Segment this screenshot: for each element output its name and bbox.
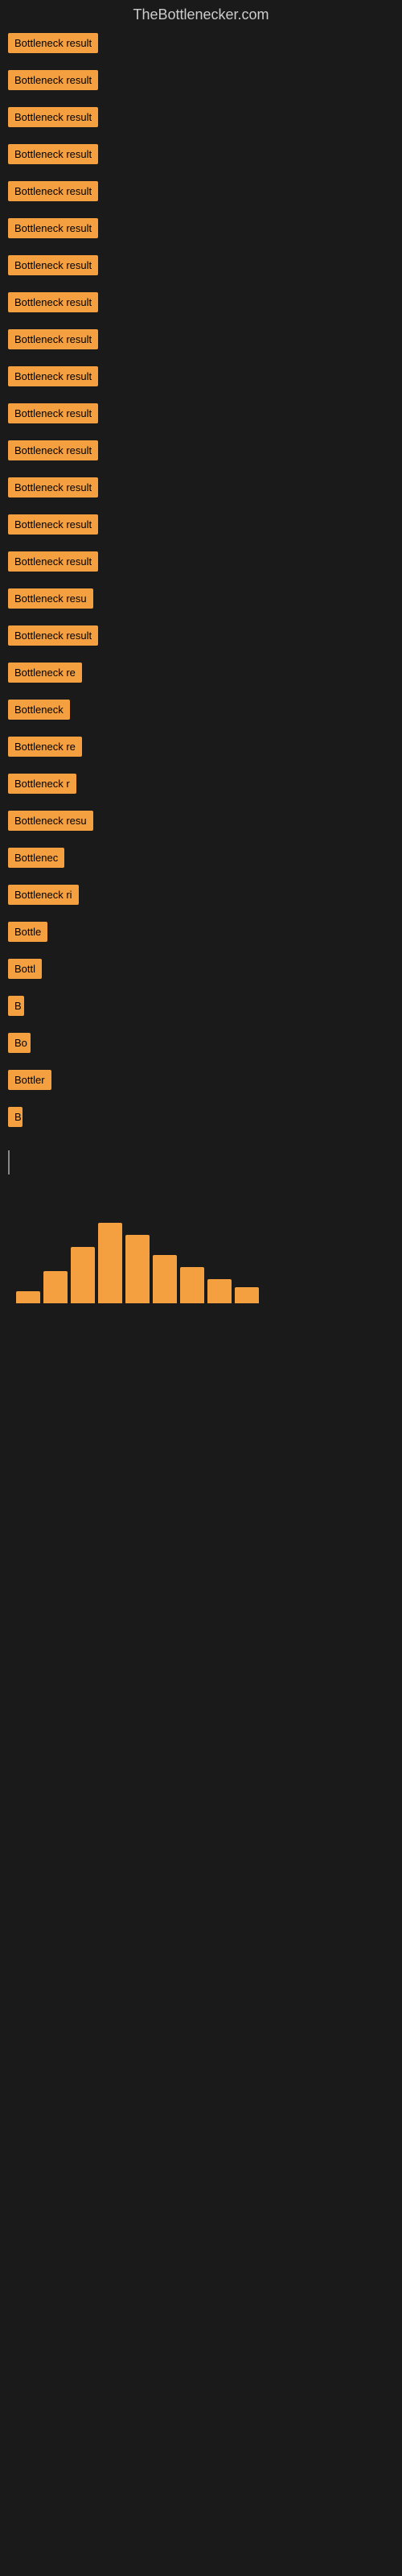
bottleneck-badge: Bottleneck result — [8, 477, 98, 497]
bottleneck-badge: Bottlenec — [8, 848, 64, 868]
site-title: TheBottlenecker.com — [0, 0, 402, 30]
list-item: Bottlenec — [8, 844, 394, 875]
bottleneck-badge: Bottleneck re — [8, 737, 82, 757]
list-item: B — [8, 1104, 394, 1134]
list-item: Bottleneck result — [8, 326, 394, 357]
bottleneck-badge: Bottleneck result — [8, 440, 98, 460]
bottleneck-badge: Bottleneck result — [8, 181, 98, 201]
cursor-indicator — [8, 1150, 10, 1174]
list-item: Bottleneck result — [8, 30, 394, 60]
chart-bar — [98, 1223, 122, 1303]
list-item: Bottleneck resu — [8, 585, 394, 616]
bottleneck-badge: Bottleneck result — [8, 144, 98, 164]
bottleneck-badge: Bottleneck result — [8, 107, 98, 127]
bottleneck-badge: B — [8, 996, 24, 1016]
bottleneck-badge: Bottleneck result — [8, 255, 98, 275]
list-item: Bottleneck result — [8, 437, 394, 468]
list-item: Bottleneck ri — [8, 881, 394, 912]
items-container: Bottleneck result Bottleneck result Bottle… — [0, 30, 402, 1134]
list-item: Bottleneck result — [8, 67, 394, 97]
bottleneck-badge: Bottleneck resu — [8, 811, 93, 831]
bottleneck-badge: Bottleneck result — [8, 33, 98, 53]
bottleneck-badge: Bottleneck result — [8, 366, 98, 386]
list-item: Bottleneck result — [8, 474, 394, 505]
list-item: Bottleneck result — [8, 141, 394, 171]
bottleneck-badge: Bottleneck — [8, 700, 70, 720]
bottleneck-badge: Bottleneck ri — [8, 885, 79, 905]
bottleneck-badge: Bottleneck re — [8, 663, 82, 683]
bottleneck-badge: Bottleneck result — [8, 218, 98, 238]
list-item: Bottleneck result — [8, 252, 394, 283]
list-item: Bottleneck result — [8, 622, 394, 653]
chart-bar — [207, 1279, 232, 1303]
list-item: Bottle — [8, 919, 394, 949]
chart-bar — [125, 1235, 150, 1303]
bottleneck-badge: Bottleneck result — [8, 403, 98, 423]
list-item: B — [8, 993, 394, 1023]
chart-bar — [16, 1291, 40, 1303]
chart-area — [0, 1207, 402, 1319]
chart-bar — [235, 1287, 259, 1303]
bottleneck-badge: Bottleneck result — [8, 329, 98, 349]
list-item: Bottleneck result — [8, 289, 394, 320]
list-item: Bo — [8, 1030, 394, 1060]
list-item: Bottl — [8, 956, 394, 986]
list-item: Bottleneck result — [8, 363, 394, 394]
chart-bar — [180, 1267, 204, 1303]
list-item: Bottleneck result — [8, 215, 394, 246]
bottleneck-badge: Bottl — [8, 959, 42, 979]
chart-bar-container — [8, 1215, 394, 1311]
list-item: Bottleneck re — [8, 733, 394, 764]
bottleneck-badge: Bottleneck result — [8, 70, 98, 90]
list-item: Bottleneck resu — [8, 807, 394, 838]
list-item: Bottleneck r — [8, 770, 394, 801]
bottleneck-badge: Bottle — [8, 922, 47, 942]
list-item: Bottleneck result — [8, 400, 394, 431]
list-item: Bottleneck — [8, 696, 394, 727]
chart-bar — [71, 1247, 95, 1303]
list-item: Bottleneck re — [8, 659, 394, 690]
list-item: Bottler — [8, 1067, 394, 1097]
bottleneck-badge: Bottleneck result — [8, 551, 98, 572]
list-item: Bottleneck result — [8, 104, 394, 134]
bottleneck-badge: Bottleneck result — [8, 514, 98, 535]
chart-bar — [43, 1271, 68, 1303]
list-item: Bottleneck result — [8, 511, 394, 542]
bottleneck-badge: B — [8, 1107, 23, 1127]
list-item: Bottleneck result — [8, 178, 394, 208]
bottleneck-badge: Bo — [8, 1033, 31, 1053]
list-item: Bottleneck result — [8, 548, 394, 579]
bottleneck-badge: Bottleneck result — [8, 625, 98, 646]
bottleneck-badge: Bottleneck r — [8, 774, 76, 794]
bottleneck-badge: Bottleneck result — [8, 292, 98, 312]
chart-bar — [153, 1255, 177, 1303]
bottleneck-badge: Bottleneck resu — [8, 588, 93, 609]
bottleneck-badge: Bottler — [8, 1070, 51, 1090]
